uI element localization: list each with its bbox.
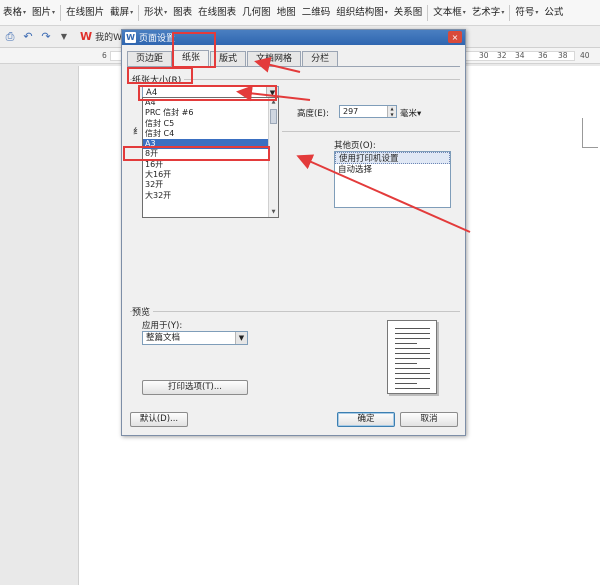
annotation-arrows	[236, 56, 471, 233]
annotation-arrow	[296, 154, 471, 233]
annotation-arrow	[254, 56, 301, 73]
annotation-arrow	[236, 85, 311, 102]
